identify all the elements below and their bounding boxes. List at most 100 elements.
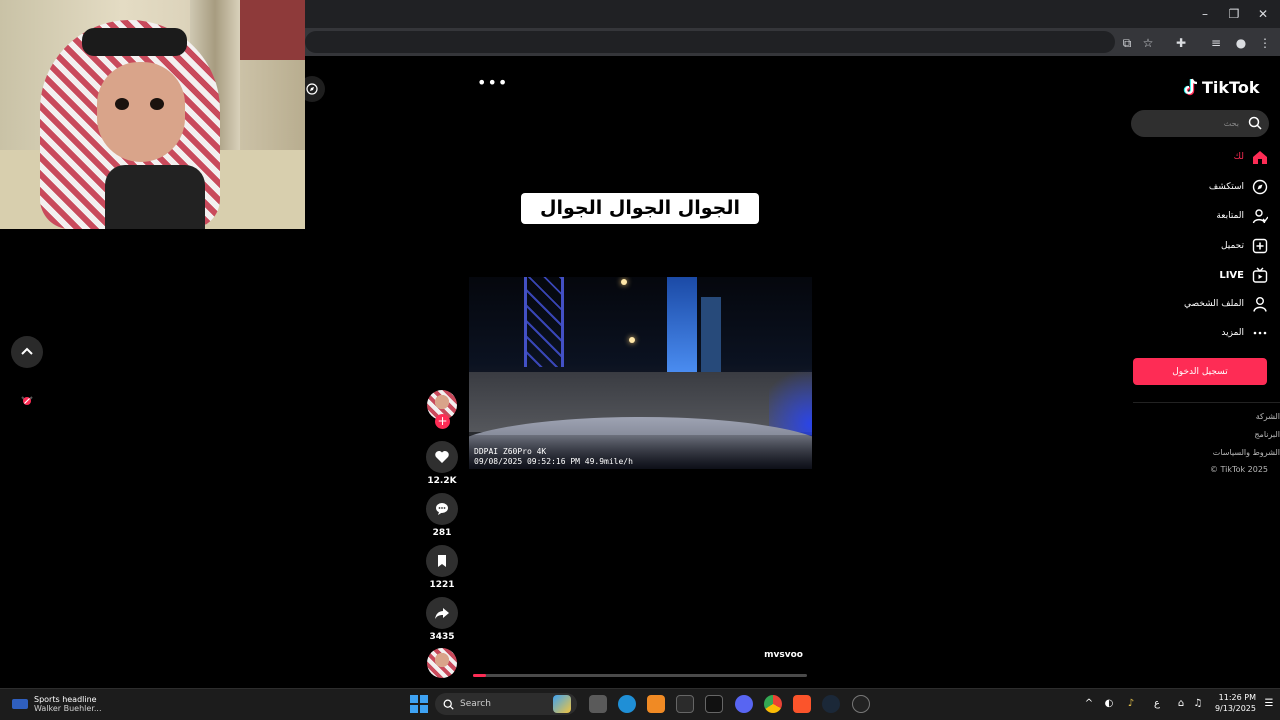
openai-app-icon[interactable] <box>852 695 870 713</box>
search-box[interactable] <box>1131 110 1269 137</box>
browser-menu-icon[interactable]: ⋮ <box>1256 34 1274 52</box>
search-input[interactable] <box>1141 114 1241 133</box>
live-icon <box>1252 267 1268 283</box>
more-icon <box>1252 325 1268 341</box>
video-progress-track[interactable] <box>473 674 807 677</box>
sidebar-item-label: الملف الشخصي <box>1184 299 1244 309</box>
search-icon <box>443 699 454 710</box>
logo-text: TikTok <box>1202 77 1260 97</box>
taskbar-date[interactable]: 9/13/2025 <box>1212 704 1256 713</box>
like-count: 12.2K <box>427 476 457 486</box>
comment-icon <box>436 503 448 515</box>
compass-icon <box>306 83 318 95</box>
compass-icon <box>1252 179 1268 195</box>
volume-icon[interactable]: ♫ <box>1191 698 1205 710</box>
previous-video-button[interactable] <box>11 336 43 368</box>
save-button[interactable] <box>426 545 458 577</box>
music-disc-avatar[interactable] <box>427 648 457 678</box>
sidebar-divider <box>1133 402 1280 403</box>
video-caption: الجوال الجوال الجوال الجوال <box>521 193 759 250</box>
sidebar-item-upload[interactable]: تحميل <box>1150 235 1268 257</box>
chevron-up-icon <box>21 347 33 355</box>
share-count: 3435 <box>429 632 455 642</box>
chrome-icon[interactable] <box>764 695 782 713</box>
maximize-icon[interactable]: ❐ <box>1225 6 1243 22</box>
child-face <box>97 62 185 162</box>
edge-browser-icon[interactable] <box>618 695 636 713</box>
comment-button[interactable] <box>426 493 458 525</box>
close-window-icon[interactable]: ✕ <box>1254 6 1272 22</box>
sidebar-item-for-you[interactable]: لك <box>1150 146 1268 168</box>
minimize-icon[interactable]: – <box>1196 6 1214 22</box>
network-icon[interactable]: ⌂ <box>1174 698 1188 710</box>
tray-overflow-icon[interactable]: ^ <box>1082 698 1096 710</box>
footer-link-company[interactable]: الشركة <box>1140 412 1280 421</box>
follow-plus-icon[interactable]: + <box>435 414 450 429</box>
sidebar-item-explore[interactable]: استكشف <box>1150 176 1268 198</box>
robe <box>105 165 205 229</box>
blue-tower <box>667 277 697 372</box>
tray-app-icon[interactable]: ◐ <box>1102 698 1116 710</box>
more-options-icon[interactable]: ••• <box>477 74 507 92</box>
mlb-logo-icon <box>12 699 28 709</box>
news-title: Sports headline <box>34 695 97 704</box>
widget-app-icon[interactable] <box>553 695 571 713</box>
taskbar-time[interactable]: 11:26 PM <box>1212 693 1256 702</box>
bookmark-star-icon[interactable]: ☆ <box>1139 34 1157 52</box>
discord-icon[interactable] <box>735 695 753 713</box>
search-icon[interactable] <box>1248 116 1262 130</box>
sidebar-item-label: المتابعة <box>1216 211 1244 221</box>
microphone-icon[interactable]: ♪ <box>1124 698 1138 710</box>
epic-games-icon[interactable] <box>676 695 694 713</box>
file-explorer-icon[interactable] <box>589 695 607 713</box>
upload-icon <box>1252 238 1268 254</box>
profile-icon <box>1252 296 1268 312</box>
tiktok-logo[interactable]: TikTok <box>1183 76 1259 98</box>
sidebar-item-more[interactable]: المزيد <box>1150 322 1268 344</box>
taskbar-search-label: Search <box>460 699 491 709</box>
address-bar[interactable] <box>305 31 1115 53</box>
vlc-icon[interactable] <box>647 695 665 713</box>
next-video-button[interactable] <box>14 386 40 412</box>
tv-app-icon[interactable] <box>705 695 723 713</box>
sidebar-item-label: تحميل <box>1220 241 1244 251</box>
lattice-tower <box>524 277 564 367</box>
keyboard-language[interactable]: ع <box>1150 698 1164 710</box>
start-button[interactable] <box>410 695 428 713</box>
sidebar-item-label: المزيد <box>1221 328 1244 338</box>
brave-icon[interactable] <box>793 695 811 713</box>
heart-icon <box>435 451 449 463</box>
dashcam-timestamp: 09/08/2025 09:52:16 PM 49.9mile/h <box>474 457 633 466</box>
footer-copyright: © TikTok 2025 <box>1210 465 1268 474</box>
login-button[interactable]: تسجيل الدخول <box>1133 358 1267 385</box>
extensions-icon[interactable]: ✚ <box>1172 34 1190 52</box>
footer-link-terms[interactable]: الشروط والسياسات <box>1140 448 1280 457</box>
sidebar-item-live[interactable]: LIVE <box>1150 264 1268 286</box>
install-app-icon[interactable]: ⧉ <box>1118 34 1136 52</box>
following-icon <box>1252 208 1268 224</box>
agal-cord <box>82 28 187 56</box>
sidebar-item-profile[interactable]: الملف الشخصي <box>1150 293 1268 315</box>
share-icon <box>435 608 449 619</box>
bookmark-icon <box>438 555 446 567</box>
steam-icon[interactable] <box>822 695 840 713</box>
profile-avatar-icon[interactable]: ● <box>1232 34 1250 52</box>
sidebar-item-following[interactable]: المتابعة <box>1150 205 1268 227</box>
webcam-overlay <box>0 0 305 229</box>
video-progress-fill <box>473 674 486 677</box>
video-username[interactable]: mvsvoo <box>740 650 803 660</box>
tiktok-note-icon <box>1183 78 1198 96</box>
notifications-icon[interactable]: ☰ <box>1262 698 1276 710</box>
building <box>701 297 721 372</box>
video-player[interactable]: DDPAI Z60Pro 4K 09/08/2025 09:52:16 PM 4… <box>469 277 812 469</box>
home-icon <box>1252 149 1268 165</box>
news-subtitle: Walker Buehler... <box>34 704 102 713</box>
footer-link-program[interactable]: البرنامج <box>1140 430 1280 439</box>
right-eye <box>150 98 164 110</box>
share-button[interactable] <box>426 597 458 629</box>
sidebar-item-label: استكشف <box>1208 182 1244 192</box>
news-widget[interactable]: Sports headline Walker Buehler... <box>12 692 102 716</box>
sidebar-item-label: LIVE <box>1219 269 1244 281</box>
reading-list-icon[interactable]: ≡ <box>1207 34 1225 52</box>
like-button[interactable] <box>426 441 458 473</box>
